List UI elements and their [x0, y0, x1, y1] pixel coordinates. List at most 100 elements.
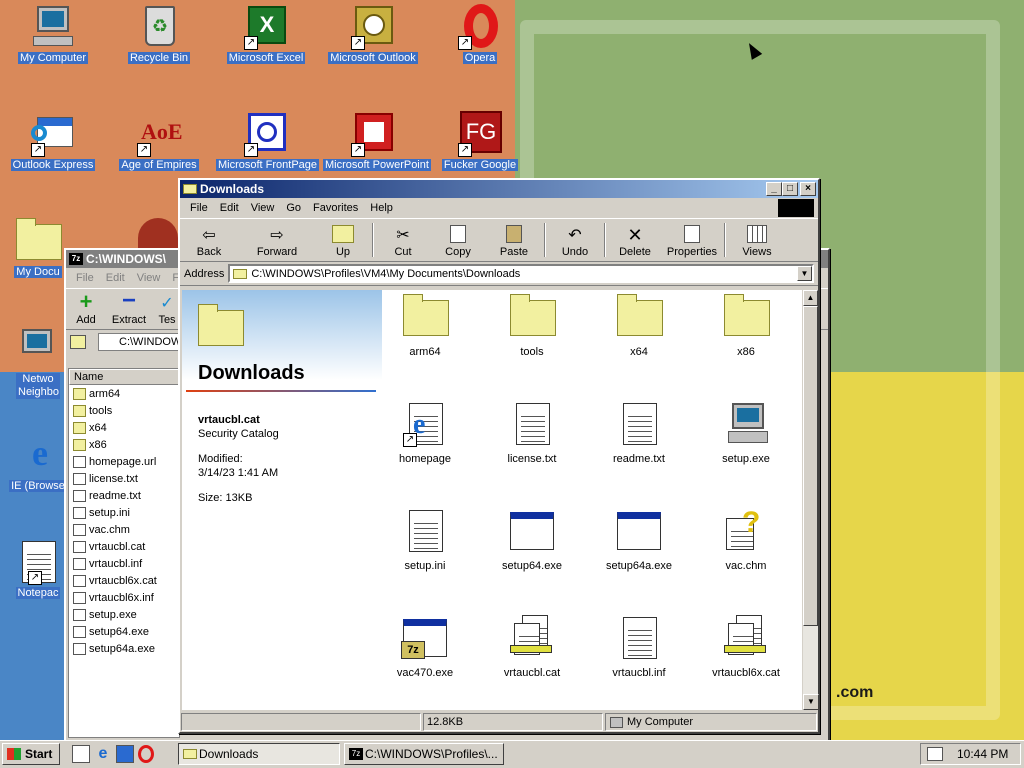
list-item[interactable]: x64 [69, 419, 179, 436]
desktop-icon-opera[interactable]: ↗ Opera [430, 4, 530, 64]
explorer-content[interactable]: Downloads vrtaucbl.cat Security Catalog … [182, 290, 802, 710]
desktop-icon[interactable] [72, 745, 90, 763]
views-grid-icon [747, 225, 767, 243]
zip-col-name[interactable]: Name [69, 369, 179, 385]
file-item[interactable]: setup64a.exe [589, 508, 689, 572]
close-button[interactable]: × [800, 182, 816, 196]
scroll-down-button[interactable]: ▼ [803, 694, 819, 710]
zip-menu-file[interactable]: File [70, 272, 100, 284]
text-document-icon [401, 508, 449, 554]
file-item[interactable]: setup64.exe [482, 508, 582, 572]
copy-label: Copy [445, 246, 471, 258]
security-catalog-icon [722, 615, 770, 661]
start-button[interactable]: Start [2, 743, 60, 765]
file-item[interactable]: setup.exe [696, 401, 796, 465]
list-item[interactable]: vrtaucbl6x.cat [69, 572, 179, 589]
list-item[interactable]: setup.exe [69, 606, 179, 623]
ie-icon[interactable]: e [94, 745, 112, 763]
taskbar-downloads[interactable]: Downloads [178, 743, 340, 765]
forward-button[interactable]: ⇨ Forward [238, 219, 316, 261]
delete-button[interactable]: ✕ Delete [608, 219, 662, 261]
cut-label: Cut [394, 246, 412, 258]
system-tray: 10:44 PM [920, 743, 1021, 765]
minimize-button[interactable]: _ [766, 182, 782, 196]
toolbar-separator [372, 223, 374, 257]
up-button[interactable]: Up [316, 219, 370, 261]
desktop-icon-recycle-bin[interactable]: ♻ Recycle Bin [109, 4, 209, 64]
menu-go[interactable]: Go [280, 202, 307, 214]
list-item[interactable]: x86 [69, 436, 179, 453]
list-item[interactable]: setup64a.exe [69, 640, 179, 657]
properties-button[interactable]: Properties [662, 219, 722, 261]
scroll-up-button[interactable]: ▲ [803, 290, 818, 306]
zip-menu-view[interactable]: View [131, 272, 167, 284]
scroll-thumb[interactable] [803, 306, 818, 626]
file-item[interactable]: vrtaucbl6x.cat [696, 615, 796, 679]
zip-extract-button[interactable]: − Extract [106, 289, 152, 329]
list-item[interactable]: arm64 [69, 385, 179, 402]
explorer-window[interactable]: Downloads _ □ × File Edit View Go Favori… [178, 178, 820, 734]
desktop-icon-my-computer[interactable]: My Computer [3, 4, 103, 64]
list-item[interactable]: setup.ini [69, 504, 179, 521]
list-item[interactable]: setup64.exe [69, 623, 179, 640]
file-item[interactable]: ? vac.chm [696, 506, 796, 572]
desktop-icon-outlook[interactable]: ↗ Microsoft Outlook [323, 4, 423, 64]
menu-edit[interactable]: Edit [214, 202, 245, 214]
menu-file[interactable]: File [184, 202, 214, 214]
list-item[interactable]: vac.chm [69, 521, 179, 538]
file-item[interactable]: arm64 [375, 294, 475, 358]
desktop-icon-excel[interactable]: X ↗ Microsoft Excel [216, 4, 316, 64]
menu-favorites[interactable]: Favorites [307, 202, 364, 214]
explorer-titlebar[interactable]: Downloads _ □ × [180, 180, 818, 198]
file-item[interactable]: readme.txt [589, 401, 689, 465]
desktop-icon-frontpage[interactable]: ↗ Microsoft FrontPage [216, 111, 320, 171]
list-item[interactable]: readme.txt [69, 487, 179, 504]
file-item[interactable]: license.txt [482, 401, 582, 465]
clock[interactable]: 10:44 PM [957, 747, 1008, 761]
list-item[interactable]: homepage.url [69, 453, 179, 470]
list-item[interactable]: license.txt [69, 470, 179, 487]
list-item[interactable]: vrtaucbl.cat [69, 538, 179, 555]
folder-up-icon[interactable] [70, 335, 86, 349]
desktop-icon-fg[interactable]: FG ↗ Fucker Google [430, 111, 530, 171]
menu-view[interactable]: View [245, 202, 281, 214]
properties-label: Properties [666, 246, 718, 258]
file-item[interactable]: setup.ini [375, 508, 475, 572]
file-item[interactable]: tools [482, 294, 582, 358]
file-item-label: arm64 [409, 346, 441, 358]
list-item[interactable]: tools [69, 402, 179, 419]
file-item[interactable]: x64 [589, 294, 689, 358]
file-item[interactable]: 7z vac470.exe [375, 615, 475, 679]
file-item[interactable]: vrtaucbl.cat [482, 615, 582, 679]
ie-icon: e [32, 433, 48, 473]
outlook-express-icon[interactable] [116, 745, 134, 763]
back-button[interactable]: ⇦ Back [180, 219, 238, 261]
zip-menu-edit[interactable]: Edit [100, 272, 131, 284]
tray-icon[interactable] [927, 747, 943, 761]
cut-button[interactable]: ✂ Cut [376, 219, 430, 261]
zip-file-list[interactable]: Name arm64 tools x64 x86 homepage.url license… [68, 368, 180, 738]
desktop-icon-age-of-empires[interactable]: AoE ↗ Age of Empires [109, 111, 209, 171]
list-item[interactable]: vrtaucbl6x.inf [69, 589, 179, 606]
paste-button[interactable]: Paste [486, 219, 542, 261]
file-item[interactable]: vrtaucbl.inf [589, 615, 689, 679]
desktop-icon-outlook-express[interactable]: ↗ Outlook Express [3, 111, 103, 171]
dropdown-arrow-icon[interactable]: ▼ [797, 266, 812, 281]
vertical-scrollbar[interactable]: ▲ ▼ [802, 290, 819, 710]
file-item[interactable]: e ↗ homepage [375, 401, 475, 465]
status-bar: 12.8KB My Computer [180, 712, 818, 732]
desktop-icon-powerpoint[interactable]: ↗ Microsoft PowerPoint [323, 111, 431, 171]
maximize-button[interactable]: □ [782, 182, 798, 196]
opera-icon[interactable] [138, 745, 154, 763]
menu-help[interactable]: Help [364, 202, 399, 214]
list-item[interactable]: vrtaucbl.inf [69, 555, 179, 572]
file-item[interactable]: x86 [696, 294, 796, 358]
zip-add-button[interactable]: + Add [66, 289, 106, 329]
address-input[interactable]: C:\WINDOWS\Profiles\VM4\My Documents\Dow… [228, 264, 814, 283]
undo-button[interactable]: ↶ Undo [548, 219, 602, 261]
views-button[interactable]: Views [728, 219, 786, 261]
toolbar-separator [724, 223, 726, 257]
taskbar-7zip[interactable]: 7z C:\WINDOWS\Profiles\... [344, 743, 504, 765]
copy-button[interactable]: Copy [430, 219, 486, 261]
file-icon [73, 557, 86, 570]
